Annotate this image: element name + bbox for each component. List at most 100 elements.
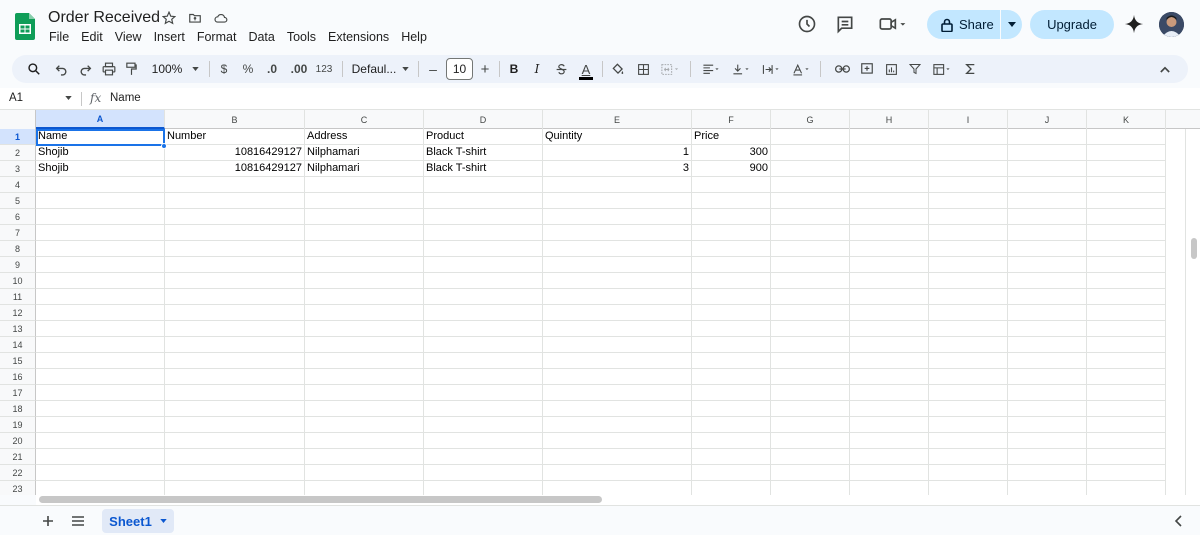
- font-dropdown-icon[interactable]: [400, 55, 410, 83]
- cell-f15[interactable]: [692, 353, 771, 369]
- cell-i10[interactable]: [929, 273, 1008, 289]
- cell-k23[interactable]: [1087, 481, 1166, 495]
- cell-j14[interactable]: [1008, 337, 1087, 353]
- cell-j12[interactable]: [1008, 305, 1087, 321]
- cell-f11[interactable]: [692, 289, 771, 305]
- cell-h15[interactable]: [850, 353, 929, 369]
- cell-d1[interactable]: Product: [424, 129, 543, 145]
- cell-d10[interactable]: [424, 273, 543, 289]
- insert-chart-icon[interactable]: [882, 55, 900, 83]
- cell-b9[interactable]: [165, 257, 305, 273]
- cell-b15[interactable]: [165, 353, 305, 369]
- cell-d11[interactable]: [424, 289, 543, 305]
- menu-edit[interactable]: Edit: [75, 28, 109, 46]
- cell-a7[interactable]: [36, 225, 165, 241]
- cell-k6[interactable]: [1087, 209, 1166, 225]
- star-icon[interactable]: [162, 11, 176, 25]
- cell-c15[interactable]: [305, 353, 424, 369]
- cell-c7[interactable]: [305, 225, 424, 241]
- cell-k21[interactable]: [1087, 449, 1166, 465]
- meet-icon[interactable]: [877, 14, 907, 34]
- cell-c4[interactable]: [305, 177, 424, 193]
- cell-d4[interactable]: [424, 177, 543, 193]
- cell-k9[interactable]: [1087, 257, 1166, 273]
- row-header-19[interactable]: 19: [0, 417, 36, 433]
- font-select[interactable]: Defaul...: [350, 55, 398, 83]
- cell-d5[interactable]: [424, 193, 543, 209]
- cell-c11[interactable]: [305, 289, 424, 305]
- cell-a20[interactable]: [36, 433, 165, 449]
- horizontal-scroll-thumb[interactable]: [39, 496, 602, 503]
- font-size-increase-button[interactable]: +: [478, 55, 492, 83]
- cell-h16[interactable]: [850, 369, 929, 385]
- cell-f1[interactable]: Price: [692, 129, 771, 145]
- cell-g19[interactable]: [771, 417, 850, 433]
- cell-e14[interactable]: [543, 337, 692, 353]
- cell-f10[interactable]: [692, 273, 771, 289]
- cell-j9[interactable]: [1008, 257, 1087, 273]
- vertical-scroll-thumb[interactable]: [1191, 238, 1197, 259]
- cell-f19[interactable]: [692, 417, 771, 433]
- cell-a5[interactable]: [36, 193, 165, 209]
- cell-e1[interactable]: Quintity: [543, 129, 692, 145]
- cell-f13[interactable]: [692, 321, 771, 337]
- undo-icon[interactable]: [52, 55, 70, 83]
- cell-h13[interactable]: [850, 321, 929, 337]
- cell-e23[interactable]: [543, 481, 692, 495]
- cell-e16[interactable]: [543, 369, 692, 385]
- cell-c8[interactable]: [305, 241, 424, 257]
- cell-j7[interactable]: [1008, 225, 1087, 241]
- cell-k7[interactable]: [1087, 225, 1166, 241]
- cell-g6[interactable]: [771, 209, 850, 225]
- cell-g2[interactable]: [771, 145, 850, 161]
- cell-e3[interactable]: 3: [543, 161, 692, 177]
- column-header-c[interactable]: C: [305, 110, 424, 129]
- cell-i11[interactable]: [929, 289, 1008, 305]
- cell-c9[interactable]: [305, 257, 424, 273]
- cell-e13[interactable]: [543, 321, 692, 337]
- cell-f17[interactable]: [692, 385, 771, 401]
- row-header-17[interactable]: 17: [0, 385, 36, 401]
- cell-f14[interactable]: [692, 337, 771, 353]
- cell-f20[interactable]: [692, 433, 771, 449]
- cell-g23[interactable]: [771, 481, 850, 495]
- cell-a19[interactable]: [36, 417, 165, 433]
- search-menus-icon[interactable]: [24, 55, 44, 83]
- fill-handle[interactable]: [161, 143, 167, 149]
- cell-g4[interactable]: [771, 177, 850, 193]
- cell-j16[interactable]: [1008, 369, 1087, 385]
- select-all-corner[interactable]: [0, 110, 36, 129]
- cell-c10[interactable]: [305, 273, 424, 289]
- row-header-20[interactable]: 20: [0, 433, 36, 449]
- cell-j15[interactable]: [1008, 353, 1087, 369]
- cell-c19[interactable]: [305, 417, 424, 433]
- cell-i1[interactable]: [929, 129, 1008, 145]
- bold-button[interactable]: B: [507, 55, 521, 83]
- row-header-13[interactable]: 13: [0, 321, 36, 337]
- cell-i5[interactable]: [929, 193, 1008, 209]
- cell-j23[interactable]: [1008, 481, 1087, 495]
- cell-j5[interactable]: [1008, 193, 1087, 209]
- cell-f2[interactable]: 300: [692, 145, 771, 161]
- row-header-9[interactable]: 9: [0, 257, 36, 273]
- cell-a14[interactable]: [36, 337, 165, 353]
- upgrade-button[interactable]: Upgrade: [1030, 10, 1114, 39]
- cell-k8[interactable]: [1087, 241, 1166, 257]
- borders-icon[interactable]: [634, 55, 652, 83]
- row-header-14[interactable]: 14: [0, 337, 36, 353]
- row-header-21[interactable]: 21: [0, 449, 36, 465]
- row-header-18[interactable]: 18: [0, 401, 36, 417]
- horizontal-align-icon[interactable]: [698, 55, 724, 83]
- cell-b17[interactable]: [165, 385, 305, 401]
- column-header-h[interactable]: H: [850, 110, 929, 129]
- cell-g9[interactable]: [771, 257, 850, 273]
- row-header-12[interactable]: 12: [0, 305, 36, 321]
- cell-g7[interactable]: [771, 225, 850, 241]
- name-box-dropdown-icon[interactable]: [65, 92, 72, 102]
- cell-b19[interactable]: [165, 417, 305, 433]
- cell-a10[interactable]: [36, 273, 165, 289]
- cell-k4[interactable]: [1087, 177, 1166, 193]
- cell-d9[interactable]: [424, 257, 543, 273]
- cell-g16[interactable]: [771, 369, 850, 385]
- cell-f3[interactable]: 900: [692, 161, 771, 177]
